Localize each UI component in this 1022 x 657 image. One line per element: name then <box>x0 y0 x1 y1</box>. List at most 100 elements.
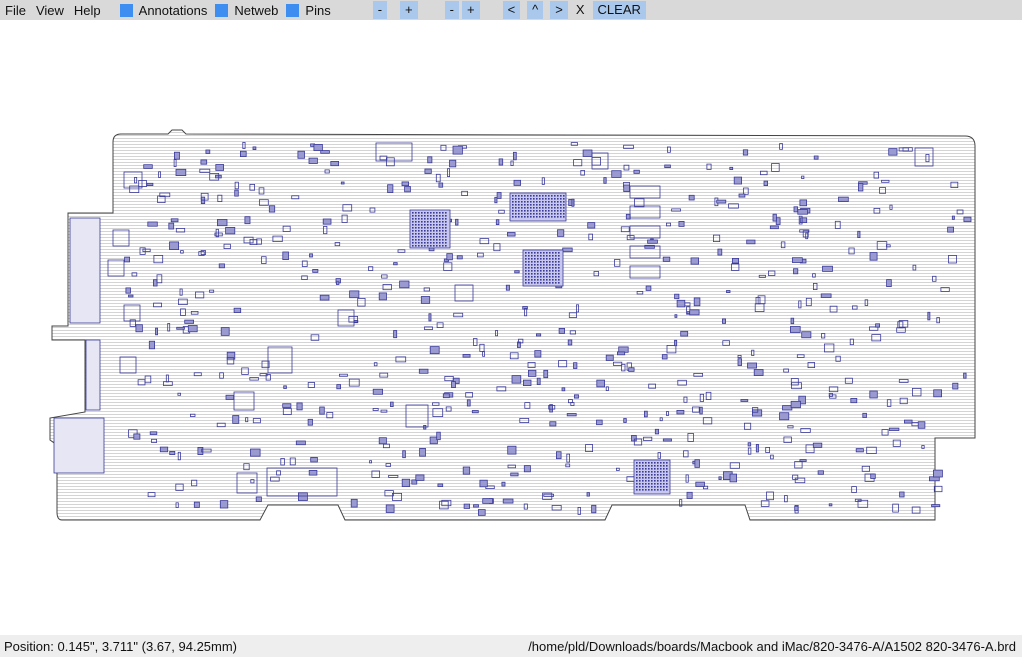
component[interactable] <box>147 221 158 227</box>
component[interactable] <box>308 469 318 476</box>
component[interactable] <box>310 456 318 463</box>
component[interactable] <box>322 218 332 225</box>
component[interactable] <box>596 419 603 426</box>
component[interactable] <box>799 199 808 207</box>
component[interactable] <box>244 216 251 225</box>
component[interactable] <box>536 333 542 337</box>
component[interactable] <box>611 170 622 178</box>
component[interactable] <box>308 157 318 164</box>
component[interactable] <box>418 368 429 374</box>
component[interactable] <box>514 270 520 274</box>
component[interactable] <box>645 285 652 291</box>
component[interactable] <box>184 319 194 324</box>
component[interactable] <box>822 265 833 272</box>
component[interactable] <box>234 189 239 197</box>
component[interactable] <box>427 156 433 164</box>
component[interactable] <box>176 326 185 330</box>
component[interactable] <box>875 323 880 328</box>
component[interactable] <box>543 369 549 379</box>
component[interactable] <box>216 219 228 227</box>
component[interactable] <box>320 150 330 154</box>
component[interactable] <box>282 403 292 408</box>
clear-button[interactable]: CLEAR <box>592 1 646 19</box>
component[interactable] <box>591 504 597 514</box>
component[interactable] <box>747 362 758 369</box>
prev-button[interactable]: < <box>502 1 521 19</box>
component[interactable] <box>557 229 565 237</box>
component[interactable] <box>232 415 240 424</box>
component[interactable] <box>699 406 703 415</box>
component[interactable] <box>688 194 695 201</box>
component[interactable] <box>855 448 864 453</box>
component[interactable] <box>571 198 575 207</box>
component[interactable] <box>336 384 341 390</box>
component[interactable] <box>385 504 395 513</box>
component[interactable] <box>125 287 131 294</box>
component[interactable] <box>233 307 242 314</box>
component[interactable] <box>737 358 742 366</box>
component[interactable] <box>794 505 799 512</box>
component[interactable] <box>695 481 705 487</box>
component[interactable] <box>175 168 187 177</box>
component[interactable] <box>567 339 573 346</box>
component[interactable] <box>792 257 803 263</box>
component[interactable] <box>662 438 672 442</box>
component[interactable] <box>307 418 313 426</box>
component[interactable] <box>128 294 134 298</box>
component[interactable] <box>133 433 141 440</box>
component[interactable] <box>763 180 768 187</box>
component[interactable] <box>689 309 700 316</box>
component[interactable] <box>633 169 640 174</box>
component[interactable] <box>746 239 756 245</box>
component[interactable] <box>252 146 257 150</box>
next-button[interactable]: > <box>550 1 568 19</box>
component[interactable] <box>862 412 867 418</box>
component[interactable] <box>729 473 737 483</box>
component[interactable] <box>799 217 808 224</box>
component[interactable] <box>335 281 340 285</box>
component[interactable] <box>753 369 764 376</box>
component[interactable] <box>513 151 517 161</box>
component[interactable] <box>282 251 289 260</box>
component[interactable] <box>297 150 305 159</box>
component[interactable] <box>452 145 463 155</box>
zoom-out-button[interactable]: - <box>372 1 388 19</box>
component[interactable] <box>429 346 440 355</box>
component[interactable] <box>283 385 287 389</box>
connector[interactable] <box>53 417 105 474</box>
component[interactable] <box>797 209 808 215</box>
component[interactable] <box>193 501 200 508</box>
component[interactable] <box>455 218 459 226</box>
component[interactable] <box>312 268 319 273</box>
component[interactable] <box>686 311 690 315</box>
component[interactable] <box>528 369 537 377</box>
component[interactable] <box>587 222 596 229</box>
board-view[interactable] <box>0 20 1022 634</box>
up-button[interactable]: ^ <box>527 1 544 19</box>
component[interactable] <box>623 418 627 423</box>
component[interactable] <box>143 164 153 169</box>
component[interactable] <box>899 491 905 498</box>
component[interactable] <box>562 247 573 253</box>
component[interactable] <box>752 409 763 417</box>
component[interactable] <box>197 446 204 455</box>
component[interactable] <box>462 353 471 358</box>
component[interactable] <box>424 168 432 174</box>
component[interactable] <box>618 346 629 353</box>
component[interactable] <box>466 399 471 407</box>
component[interactable] <box>888 427 900 431</box>
component[interactable] <box>449 159 457 168</box>
component[interactable] <box>690 257 699 265</box>
component[interactable] <box>674 314 678 318</box>
component[interactable] <box>628 367 635 372</box>
component[interactable] <box>769 225 779 230</box>
component[interactable] <box>869 390 878 399</box>
component[interactable] <box>812 442 823 448</box>
component[interactable] <box>456 255 463 260</box>
component[interactable] <box>428 313 432 322</box>
component[interactable] <box>790 400 801 409</box>
component[interactable] <box>674 293 680 300</box>
component[interactable] <box>297 492 308 501</box>
component[interactable] <box>155 327 158 336</box>
component[interactable] <box>742 149 749 156</box>
